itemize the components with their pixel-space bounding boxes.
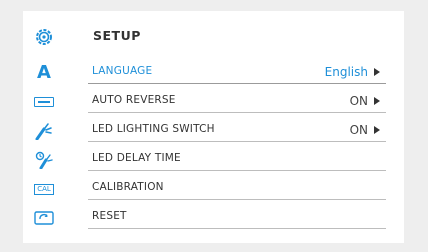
settings-row-led-delay-time[interactable]: LED DELAY TIME xyxy=(34,147,386,176)
settings-list: A LANGUAGE English AUTO REVERSE ON LED L… xyxy=(34,60,386,234)
led-lighting-switch-label: LED LIGHTING SWITCH xyxy=(92,123,215,135)
led-delay-time-label: LED DELAY TIME xyxy=(92,152,181,164)
chevron-right-icon[interactable] xyxy=(374,97,380,105)
chevron-right-icon[interactable] xyxy=(374,126,380,134)
gear-icon xyxy=(34,27,54,47)
settings-row-reset[interactable]: RESET xyxy=(34,205,386,234)
language-value-text: English xyxy=(324,65,368,79)
divider xyxy=(88,112,386,113)
chevron-right-icon[interactable] xyxy=(374,68,380,76)
led-delay-time-icon xyxy=(34,150,54,170)
calibration-label: CALIBRATION xyxy=(92,181,164,193)
setup-header: SETUP xyxy=(34,26,388,48)
settings-row-language[interactable]: A LANGUAGE English xyxy=(34,60,386,89)
language-icon: A xyxy=(37,62,51,83)
settings-row-auto-reverse[interactable]: AUTO REVERSE ON xyxy=(34,89,386,118)
led-lighting-icon xyxy=(34,121,54,141)
divider xyxy=(88,228,386,229)
divider xyxy=(88,199,386,200)
settings-row-led-lighting-switch[interactable]: LED LIGHTING SWITCH ON xyxy=(34,118,386,147)
led-lighting-switch-value-text: ON xyxy=(349,123,368,137)
led-lighting-switch-value: ON xyxy=(350,123,380,137)
divider xyxy=(88,141,386,142)
reset-icon xyxy=(34,208,54,228)
reset-label: RESET xyxy=(92,210,127,222)
language-label: LANGUAGE xyxy=(92,65,153,77)
auto-reverse-icon xyxy=(34,92,54,112)
auto-reverse-value: ON xyxy=(350,94,380,108)
auto-reverse-value-text: ON xyxy=(349,94,368,108)
calibration-icon: CAL xyxy=(34,179,54,199)
auto-reverse-label: AUTO REVERSE xyxy=(92,94,176,106)
language-value: English xyxy=(325,65,380,79)
divider xyxy=(88,83,386,84)
page-title: SETUP xyxy=(93,28,141,43)
settings-row-calibration[interactable]: CAL CALIBRATION xyxy=(34,176,386,205)
divider xyxy=(88,170,386,171)
